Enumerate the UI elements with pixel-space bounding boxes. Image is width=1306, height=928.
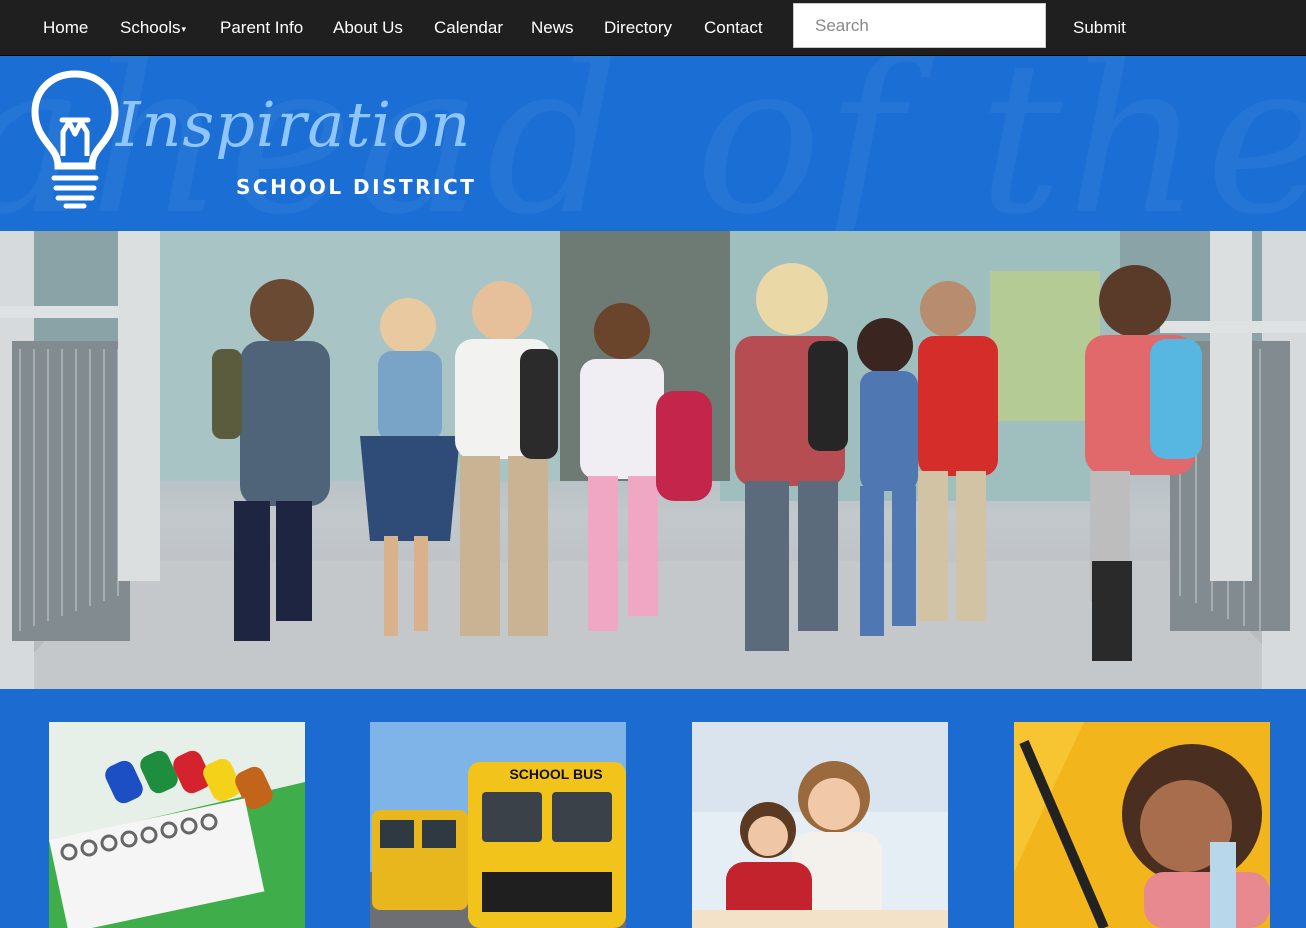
nav-schools-label: Schools bbox=[120, 18, 181, 37]
lightbulb-icon[interactable] bbox=[30, 70, 120, 212]
site-header: ahead of the lion Inspiration SCHOOL DIS… bbox=[0, 56, 1306, 231]
nav-schools[interactable]: Schools▾ bbox=[120, 0, 186, 55]
thumbnail-school-bus[interactable]: SCHOOL BUS bbox=[370, 722, 626, 928]
nav-directory[interactable]: Directory bbox=[604, 0, 672, 55]
hero-image bbox=[0, 231, 1306, 689]
teacher-student-image bbox=[692, 722, 948, 928]
school-supplies-image bbox=[49, 722, 305, 928]
submit-button[interactable]: Submit bbox=[1060, 3, 1139, 52]
search-box bbox=[793, 3, 1046, 48]
nav-parent-info[interactable]: Parent Info bbox=[220, 0, 303, 55]
school-bus-image: SCHOOL BUS bbox=[370, 722, 626, 928]
logo-subtitle: SCHOOL DISTRICT bbox=[236, 175, 477, 199]
caret-down-icon: ▾ bbox=[181, 24, 187, 34]
nav-news[interactable]: News bbox=[531, 0, 574, 55]
thumbnail-teacher-student[interactable] bbox=[692, 722, 948, 928]
thumbnail-student-girl[interactable] bbox=[1014, 722, 1270, 928]
thumbnail-school-supplies[interactable] bbox=[49, 722, 305, 928]
search-input[interactable] bbox=[794, 4, 1045, 47]
bus-sign-text: SCHOOL BUS bbox=[509, 766, 602, 782]
nav-home[interactable]: Home bbox=[43, 0, 88, 55]
student-girl-image bbox=[1014, 722, 1270, 928]
nav-about-us[interactable]: About Us bbox=[333, 0, 403, 55]
top-nav-bar: Home Schools▾ Parent Info About Us Calen… bbox=[0, 0, 1306, 56]
nav-calendar[interactable]: Calendar bbox=[434, 0, 503, 55]
logo-wordmark[interactable]: Inspiration bbox=[116, 94, 471, 156]
hero-illustration bbox=[0, 231, 1306, 689]
nav-contact[interactable]: Contact bbox=[704, 0, 763, 55]
